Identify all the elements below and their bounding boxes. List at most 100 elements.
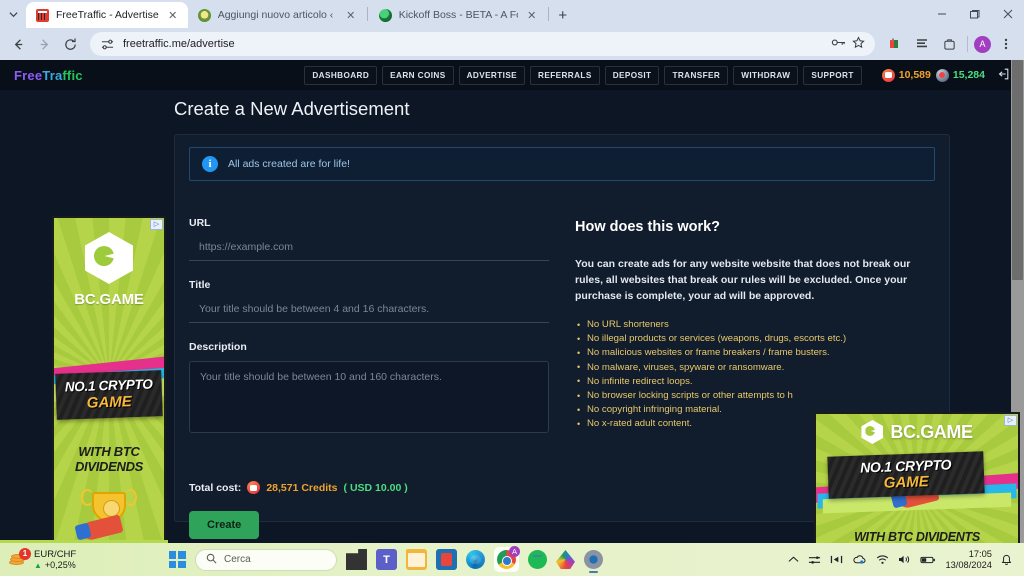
battery-icon[interactable] <box>920 555 936 565</box>
windows-start-icon[interactable] <box>168 551 186 568</box>
nav-item-advertise[interactable]: ADVERTISE <box>458 65 526 85</box>
window-icon[interactable] <box>937 32 961 56</box>
bcgame-logo-icon <box>85 232 133 284</box>
ad-content: ▷ BC.GAME NO.1 CRYPTO GAME WITH BTC DIVI… <box>54 218 164 576</box>
bell-icon[interactable] <box>1001 554 1012 566</box>
tab-label: Kickoff Boss - BETA - A Football <box>398 9 518 21</box>
url-label: URL <box>189 217 211 229</box>
list-item: No browser locking scripts or other atte… <box>575 389 935 403</box>
scrollbar-thumb[interactable] <box>1012 60 1023 280</box>
adchoices-icon[interactable]: ▷ <box>1004 415 1017 426</box>
wordpress-favicon <box>197 8 211 22</box>
nav-item-earn-coins[interactable]: EARN COINS <box>382 65 454 85</box>
star-icon[interactable] <box>852 36 865 52</box>
microsoft-store-icon[interactable] <box>435 549 457 570</box>
three-dots-icon[interactable] <box>994 32 1018 56</box>
nav-item-dashboard[interactable]: DASHBOARD <box>304 65 378 85</box>
ad-subheadline-line2: DIVIDENDS <box>74 459 144 474</box>
maximize-icon[interactable] <box>958 0 991 28</box>
volume-icon[interactable] <box>898 554 911 565</box>
tab-wordpress-new-post[interactable]: Aggiungi nuovo articolo ‹ Diver ✕ <box>188 2 366 28</box>
left-ad-banner[interactable]: ▷ BC.GAME NO.1 CRYPTO GAME WITH BTC DIVI… <box>52 216 166 576</box>
file-explorer-icon[interactable] <box>345 549 367 570</box>
spotify-icon[interactable] <box>527 550 547 569</box>
nav-item-referrals[interactable]: REFERRALS <box>530 65 600 85</box>
coins-value: 10,589 <box>898 69 931 81</box>
minimize-icon[interactable] <box>925 0 958 28</box>
wifi-icon[interactable] <box>876 554 889 565</box>
address-bar[interactable]: freetraffic.me/advertise <box>90 32 875 56</box>
red-coin-icon <box>247 481 261 494</box>
nav-item-deposit[interactable]: DEPOSIT <box>604 65 660 85</box>
taskbar-tray: 17:05 13/08/2024 <box>788 549 1016 571</box>
back-icon[interactable] <box>6 32 30 56</box>
media-icon[interactable] <box>830 554 843 565</box>
coins-balance[interactable]: 10,589 <box>881 68 931 82</box>
balance-area: 10,589 15,284 <box>881 67 1010 84</box>
teams-icon[interactable] <box>375 549 397 570</box>
tab-freetraffic[interactable]: FreeTraffic - Advertise ✕ <box>26 2 188 28</box>
site-logo[interactable]: FreeTraffic <box>14 68 83 83</box>
paint-icon[interactable] <box>555 550 575 569</box>
logo-part-1: Free <box>14 67 43 83</box>
browser-toolbar: freetraffic.me/advertise A <box>0 28 1024 60</box>
ad-brand-name: BC.GAME <box>74 291 144 308</box>
close-icon[interactable]: ✕ <box>166 8 180 22</box>
tab-strip: FreeTraffic - Advertise ✕ Aggiungi nuovo… <box>0 0 1024 28</box>
tune-icon[interactable] <box>100 37 115 52</box>
page-title: Create a New Advertisement <box>174 98 410 119</box>
onedrive-icon[interactable] <box>852 554 867 565</box>
description-label: Description <box>189 341 247 353</box>
show-hidden-icons-icon[interactable] <box>788 556 799 564</box>
tab-kickoff-boss[interactable]: Kickoff Boss - BETA - A Football ✕ <box>369 2 547 28</box>
reload-icon[interactable] <box>58 32 82 56</box>
tab-search-chevron-down-icon[interactable] <box>0 0 26 28</box>
close-icon[interactable]: ✕ <box>525 8 539 22</box>
equalizer-icon[interactable] <box>808 554 821 566</box>
search-icon <box>206 553 217 567</box>
currency-change-row: ▲ +0,25% <box>34 560 76 571</box>
title-input[interactable] <box>189 299 549 323</box>
description-input[interactable] <box>189 361 549 433</box>
red-coin-icon <box>881 68 895 82</box>
bcgame-logo-icon <box>861 420 884 444</box>
adchoices-icon[interactable]: ▷ <box>150 219 163 230</box>
nav-item-support[interactable]: SUPPORT <box>803 65 862 85</box>
search-input[interactable]: Cerca <box>194 548 337 571</box>
widget-text: EUR/CHF ▲ +0,25% <box>34 549 76 571</box>
key-icon[interactable] <box>831 36 846 52</box>
close-icon[interactable]: ✕ <box>344 8 358 22</box>
close-icon[interactable] <box>991 0 1024 28</box>
list-item: No illegal products or services (weapons… <box>575 332 935 346</box>
list-item: No malicious websites or frame breakers … <box>575 346 935 360</box>
page-viewport: FreeTraffic DASHBOARD EARN COINS ADVERTI… <box>0 60 1024 576</box>
currency-pair: EUR/CHF <box>34 548 77 560</box>
ad-headline-line2: GAME <box>86 393 133 412</box>
ad-headline-panel: NO.1 CRYPTO GAME <box>55 370 163 420</box>
info-banner: i All ads created are for life! <box>189 147 935 181</box>
kickoffboss-favicon <box>378 8 392 22</box>
list-item: No infinite redirect loops. <box>575 374 935 389</box>
logout-icon[interactable] <box>996 67 1010 84</box>
tab-divider <box>547 7 549 21</box>
chrome-icon[interactable]: A <box>493 546 520 572</box>
avatar[interactable]: A <box>974 35 991 53</box>
form-column: URL Title Description Total cost: 28,571… <box>189 217 549 539</box>
ad-subheadline: WITH BTC DIVIDENTS <box>854 530 980 544</box>
total-cost-row: Total cost: 28,571 Credits ( USD 10.00 ) <box>189 481 549 494</box>
logo-part-2: Tra <box>42 67 63 83</box>
nav-item-withdraw[interactable]: WITHDRAW <box>733 65 799 85</box>
nav-item-transfer[interactable]: TRANSFER <box>664 65 729 85</box>
new-tab-button[interactable]: + <box>550 2 576 28</box>
extension-icon[interactable] <box>883 32 907 56</box>
url-input[interactable] <box>189 237 549 261</box>
credits-balance[interactable]: 15,284 <box>935 68 985 82</box>
settings-icon[interactable] <box>583 550 603 573</box>
edge-icon[interactable] <box>465 550 485 569</box>
taskbar-clock[interactable]: 17:05 13/08/2024 <box>945 549 992 571</box>
downloads-icon[interactable] <box>910 32 934 56</box>
create-button[interactable]: Create <box>189 511 260 539</box>
folder-icon[interactable] <box>405 549 427 570</box>
ad-subheadline-line1: WITH BTC <box>78 444 140 459</box>
taskbar-widget-finance[interactable]: 1 EUR/CHF ▲ +0,25% <box>8 547 76 571</box>
